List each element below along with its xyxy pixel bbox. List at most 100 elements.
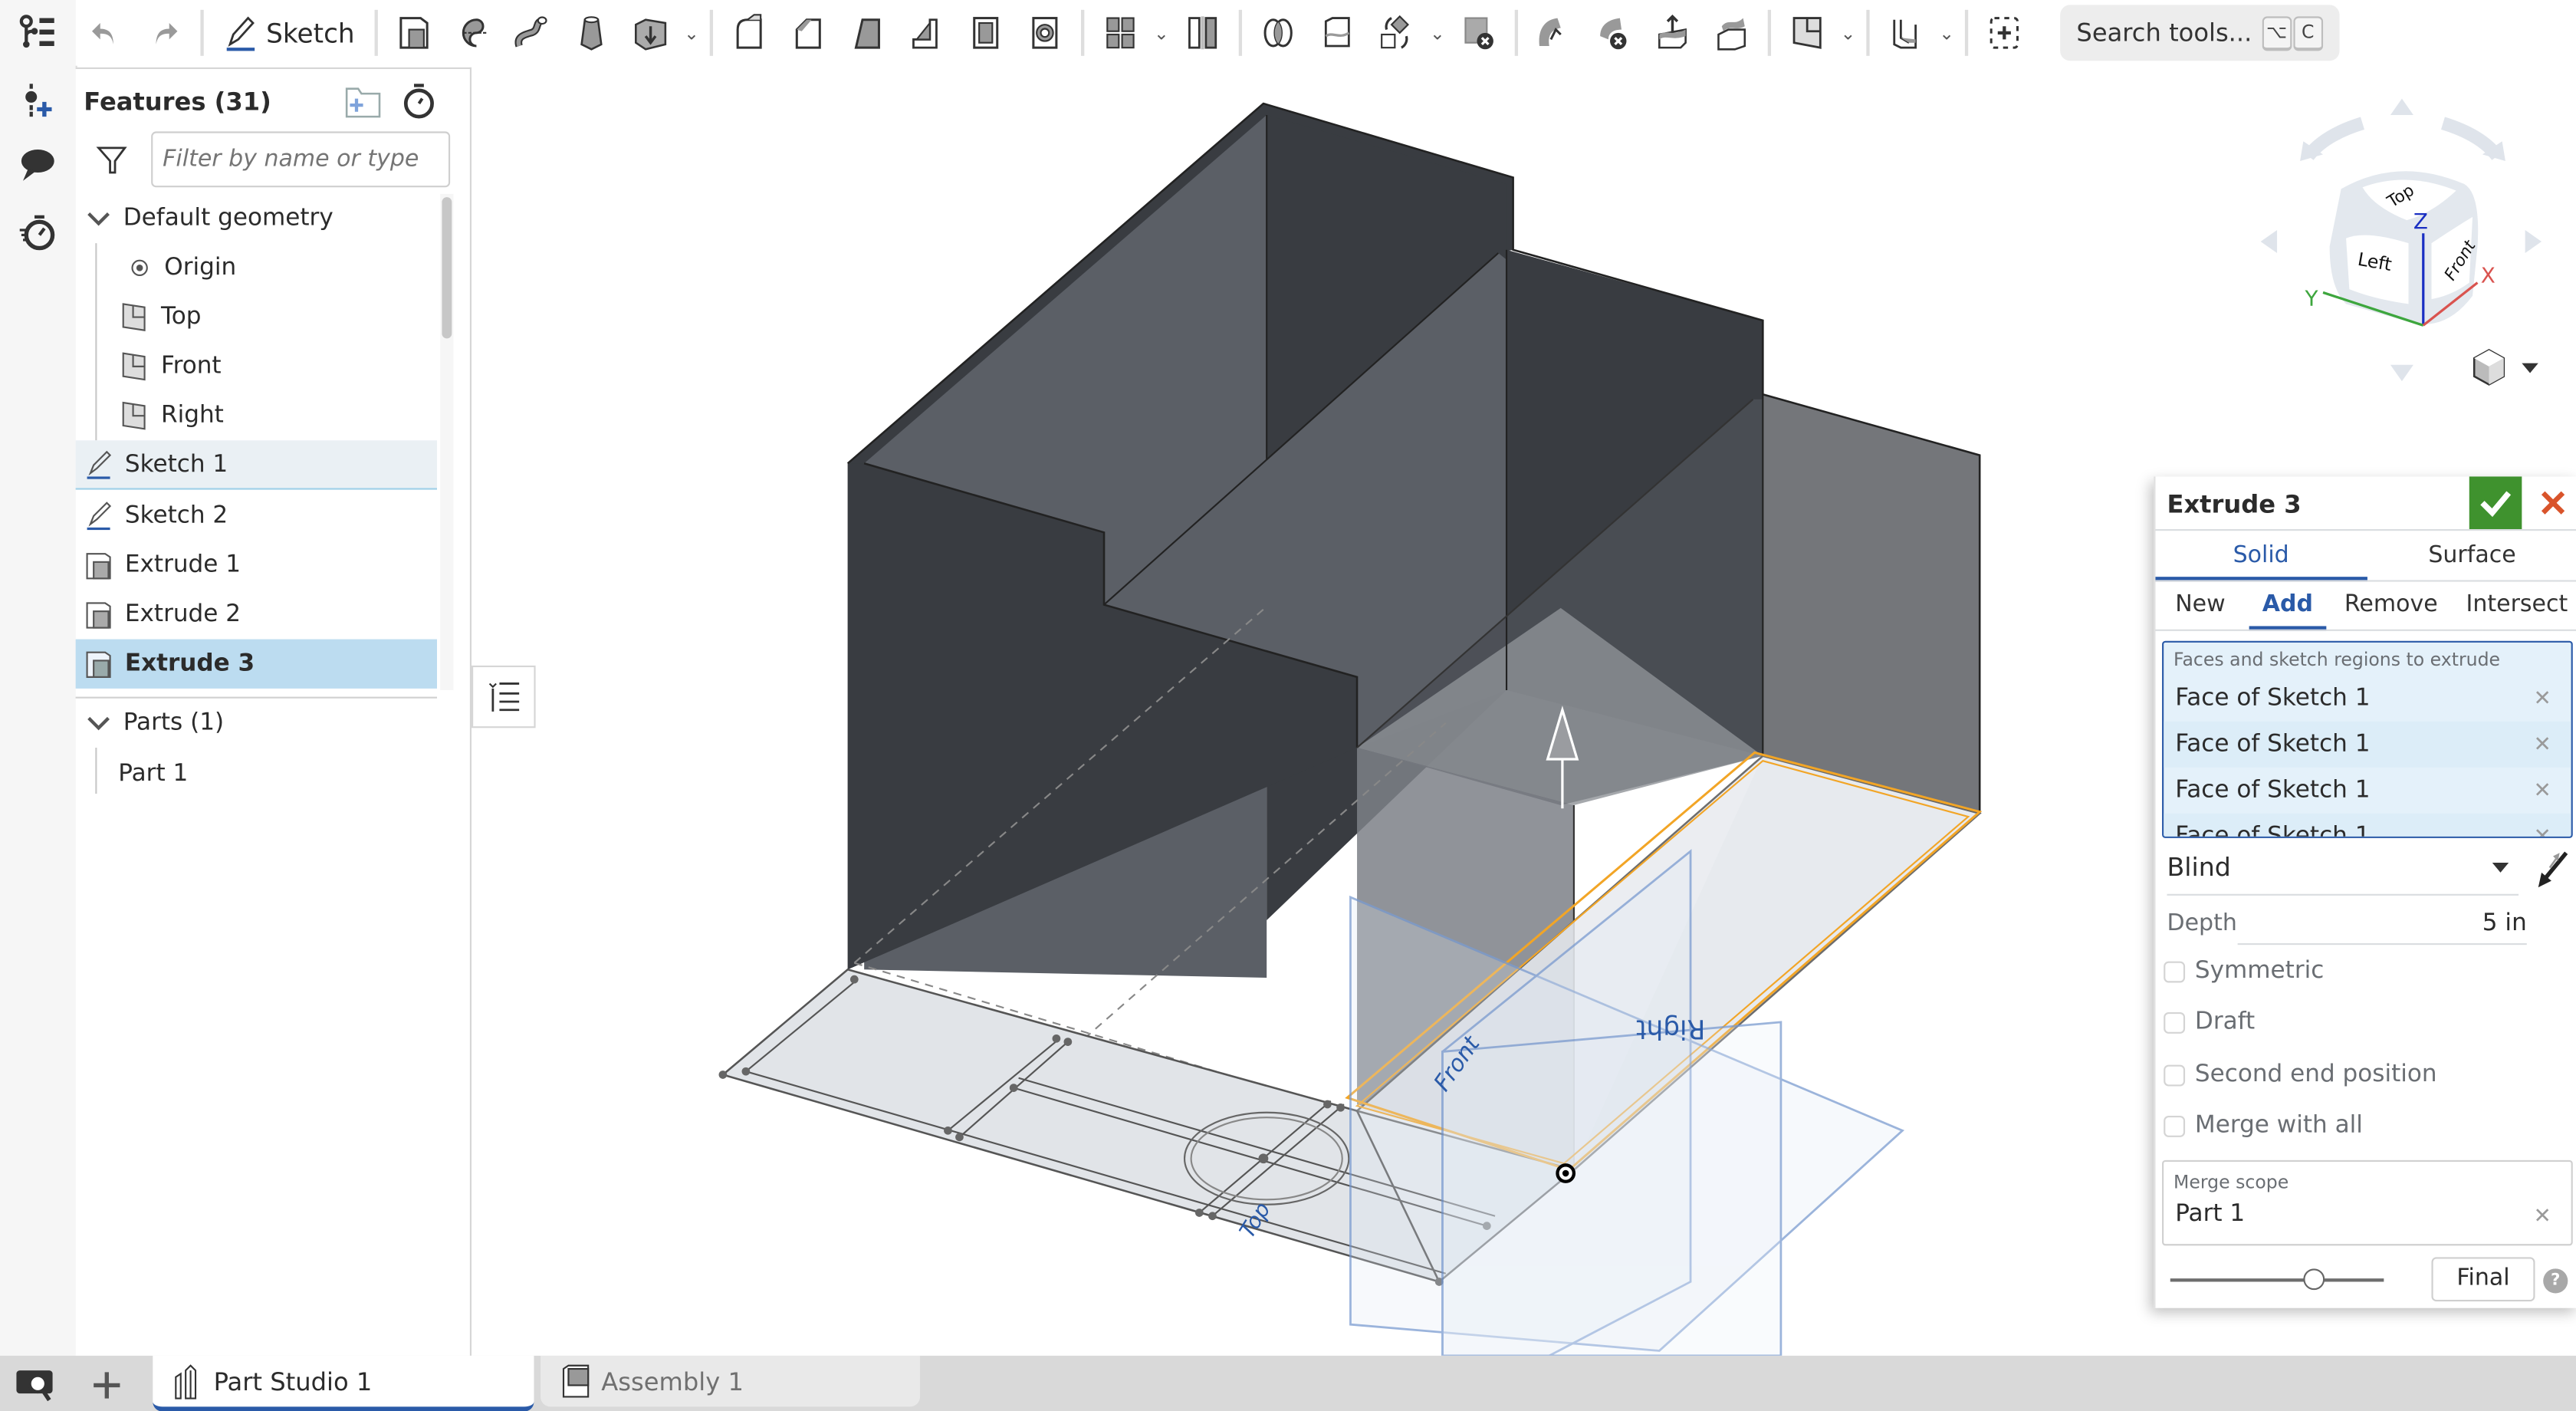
tab-new[interactable]: New [2175,582,2225,628]
tree-item-front-plane[interactable]: Front [76,342,437,391]
loft-tool[interactable] [562,3,621,62]
face-selection-item[interactable]: Face of Sketch 1 ✕ [2164,676,2571,722]
second-end-position-option[interactable]: Second end position [2164,1057,2437,1093]
enclose-tool[interactable] [1876,3,1935,62]
origin-point-marker[interactable] [1556,1163,1576,1183]
add-folder-icon[interactable] [343,84,383,127]
merge-scope-field[interactable]: Merge scope Part 1 ✕ [2162,1159,2573,1246]
part-item[interactable]: Part 1 [76,749,437,798]
feature-item-extrude-2[interactable]: Extrude 2 [76,590,437,639]
revolve-tool[interactable] [443,3,502,62]
tab-surface[interactable]: Surface [2367,531,2576,580]
tree-item-right-plane[interactable]: Right [76,391,437,440]
feature-filter-input[interactable] [151,131,451,188]
view-cube[interactable]: Top Left Front Z Y X [2244,85,2556,397]
feature-list-icon[interactable] [15,10,61,56]
comments-icon[interactable] [15,141,61,187]
tab-part-studio-1[interactable]: Part Studio 1 [153,1355,534,1411]
second-end-position-checkbox[interactable] [2164,1064,2186,1086]
rollback-timer-icon[interactable] [399,82,439,128]
feature-item-extrude-1[interactable]: Extrude 1 [76,541,437,590]
draft-tool[interactable] [838,3,897,62]
transform-tool[interactable] [1367,3,1426,62]
extrude-tool[interactable] [384,3,443,62]
replace-face-tool[interactable] [1702,3,1761,62]
redo-button[interactable] [135,3,194,62]
faces-selection-box[interactable]: Faces and sketch regions to extrude Face… [2162,640,2573,838]
mirror-tool[interactable] [1173,3,1232,62]
chevron-down-icon[interactable] [84,204,113,234]
view-options-button[interactable] [2472,348,2538,386]
linear-pattern-tool[interactable] [1091,3,1150,62]
feature-item-sketch-1[interactable]: Sketch 1 [75,440,438,490]
draft-option[interactable]: Draft [2164,1004,2255,1040]
rotate-left-arrow[interactable] [2260,230,2278,254]
default-geometry-group[interactable]: Default geometry [76,194,437,243]
feature-tree-scrollbar[interactable] [440,193,454,691]
transform-dropdown-caret[interactable]: ⌄ [1426,3,1449,62]
sketch-button[interactable]: Sketch [210,3,368,62]
remove-selection-icon[interactable]: ✕ [2534,778,2551,803]
split-tool[interactable] [1308,3,1367,62]
merge-with-all-checkbox[interactable] [2164,1114,2186,1136]
move-face-tool[interactable] [1643,3,1702,62]
plane-dropdown-caret[interactable]: ⌄ [1837,3,1860,62]
thicken-dropdown-caret[interactable]: ⌄ [680,3,703,62]
symmetric-checkbox[interactable] [2164,960,2186,982]
add-custom-feature-tool[interactable] [1975,3,2034,62]
tab-remove[interactable]: Remove [2344,582,2438,628]
merge-with-all-option[interactable]: Merge with all [2164,1107,2363,1143]
add-tab-button[interactable] [82,1362,131,1408]
delete-part-tool[interactable] [1449,3,1508,62]
tab-add[interactable]: Add [2249,582,2326,631]
delete-face-tool[interactable] [1584,3,1643,62]
chamfer-tool[interactable] [779,3,838,62]
face-selection-item[interactable]: Face of Sketch 1 ✕ [2164,813,2571,837]
rotate-down-arrow[interactable] [2390,364,2413,382]
cancel-button[interactable] [2530,476,2576,529]
feature-item-extrude-3[interactable]: Extrude 3 [75,639,438,689]
rotate-right-arrow[interactable] [2525,230,2542,254]
performance-icon[interactable] [15,210,61,256]
search-tabs-icon[interactable] [15,1366,58,1405]
view-options-caret[interactable] [2522,363,2538,373]
rib-tool[interactable] [897,3,956,62]
rollback-slider[interactable] [2170,1268,2384,1291]
remove-selection-icon[interactable]: ✕ [2534,686,2551,711]
final-button[interactable]: Final [2431,1257,2535,1302]
hole-tool[interactable] [1015,3,1074,62]
enclose-dropdown-caret[interactable]: ⌄ [1935,3,1958,62]
parts-group[interactable]: Parts (1) [76,699,437,748]
tab-solid[interactable]: Solid [2155,531,2366,582]
flip-direction-button[interactable] [2533,848,2572,891]
filter-icon[interactable] [95,143,128,182]
depth-input[interactable]: 5 in [2237,904,2527,946]
end-type-dropdown[interactable]: Blind [2167,848,2519,896]
undo-button[interactable] [76,3,135,62]
thicken-tool[interactable] [621,3,680,62]
tab-assembly-1[interactable]: Assembly 1 [540,1355,921,1407]
draft-checkbox[interactable] [2164,1011,2186,1033]
remove-selection-icon[interactable]: ✕ [2534,1205,2551,1229]
plane-tool[interactable] [1777,3,1836,62]
remove-selection-icon[interactable]: ✕ [2534,824,2551,837]
slider-knob[interactable] [2302,1268,2325,1291]
boolean-tool[interactable] [1248,3,1307,62]
modify-fillet-tool[interactable] [1524,3,1583,62]
shell-tool[interactable] [956,3,1015,62]
tab-intersect[interactable]: Intersect [2466,582,2568,628]
insert-feature-icon[interactable] [15,77,61,123]
accept-button[interactable] [2469,476,2522,530]
scrollbar-thumb[interactable] [442,197,452,339]
feature-item-sketch-2[interactable]: Sketch 2 [76,492,437,541]
face-selection-item[interactable]: Face of Sketch 1 ✕ [2164,768,2571,814]
tree-item-origin[interactable]: Origin [76,243,437,292]
face-selection-item[interactable]: Face of Sketch 1 ✕ [2164,721,2571,768]
sweep-tool[interactable] [503,3,562,62]
chevron-down-icon[interactable] [84,709,113,738]
symmetric-option[interactable]: Symmetric [2164,953,2324,989]
help-icon[interactable]: ? [2543,1268,2568,1294]
fillet-tool[interactable] [719,3,778,62]
remove-selection-icon[interactable]: ✕ [2534,732,2551,757]
search-tools-button[interactable]: Search tools... ⌥ C [2059,5,2339,61]
